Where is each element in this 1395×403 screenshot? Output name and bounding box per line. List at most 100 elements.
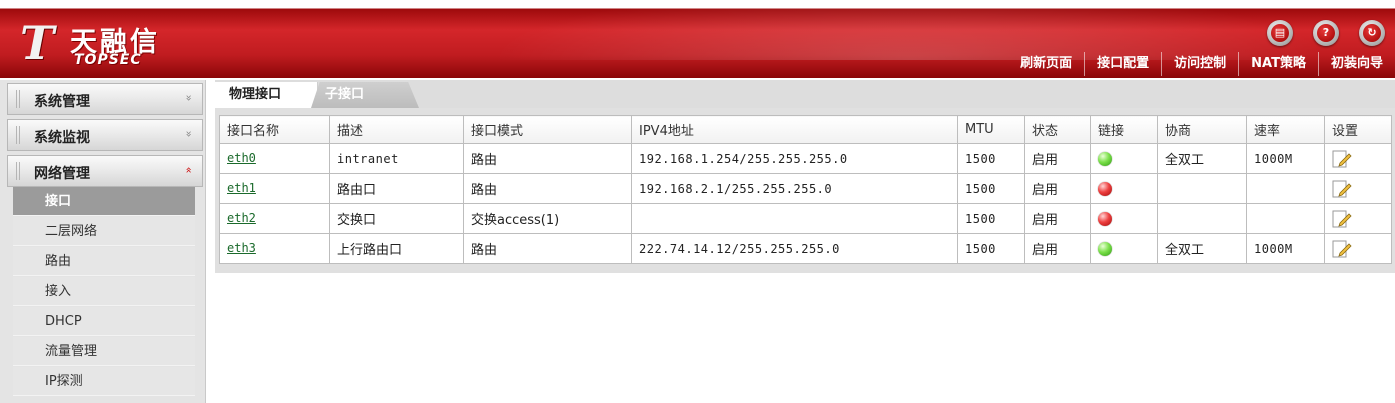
cell-description: intranet [329, 143, 464, 174]
cell-mode: 路由 [463, 233, 632, 264]
chevron-up-icon: « [182, 166, 196, 174]
grip-icon [16, 162, 22, 180]
sidebar-group-label: 系统监视 [34, 130, 90, 146]
sidebar-item-ip-probe[interactable]: IP探测 [13, 367, 195, 396]
cell-mode: 路由 [463, 173, 632, 204]
cell-link [1090, 143, 1158, 174]
column-header: MTU [957, 115, 1025, 144]
nav-setup-wizard[interactable]: 初装向导 [1317, 52, 1395, 76]
column-header: 状态 [1024, 115, 1091, 144]
table-header-row: 接口名称 描述 接口模式 IPV4地址 MTU 状态 链接 协商 速率 设置 [219, 115, 1392, 144]
cell-ipv4: 192.168.1.254/255.255.255.0 [631, 143, 958, 174]
cell-description: 上行路由口 [329, 233, 464, 264]
cell-settings [1324, 203, 1392, 234]
cell-description: 路由口 [329, 173, 464, 204]
column-header: 速率 [1246, 115, 1325, 144]
cell-description: 交换口 [329, 203, 464, 234]
sidebar-item-routing[interactable]: 路由 [13, 247, 195, 276]
cell-ipv4: 192.168.2.1/255.255.255.0 [631, 173, 958, 204]
sidebar-item-layer2-network[interactable]: 二层网络 [13, 217, 195, 246]
brand-mark: T [20, 16, 55, 70]
cell-link [1090, 173, 1158, 204]
cell-mtu: 1500 [957, 203, 1025, 234]
link-down-icon [1098, 211, 1112, 226]
cell-ipv4 [631, 203, 958, 234]
cell-status: 启用 [1024, 233, 1091, 264]
sidebar-item-traffic-management[interactable]: 流量管理 [13, 337, 195, 366]
nav-nat-policy[interactable]: NAT策略 [1238, 52, 1318, 76]
cell-negotiation [1157, 173, 1247, 204]
sidebar-group-system-management[interactable]: 系统管理 » [7, 83, 203, 115]
sidebar-group-label: 系统管理 [34, 94, 90, 110]
interface-table-panel: 接口名称 描述 接口模式 IPV4地址 MTU 状态 链接 协商 速率 设置 e… [215, 108, 1395, 273]
interface-link[interactable]: eth1 [227, 181, 256, 195]
edit-icon[interactable] [1332, 150, 1352, 168]
interface-table: 接口名称 描述 接口模式 IPV4地址 MTU 状态 链接 协商 速率 设置 e… [219, 115, 1392, 264]
cell-status: 启用 [1024, 173, 1091, 204]
column-header: 协商 [1157, 115, 1247, 144]
cell-mode: 交换access(1) [463, 203, 632, 234]
sidebar: 系统管理 » 系统监视 » 网络管理 « 接口 二层网络 路由 接入 DHCP … [0, 80, 206, 403]
cell-settings [1324, 143, 1392, 174]
column-header: 接口名称 [219, 115, 330, 144]
top-nav: 刷新页面 接口配置 访问控制 NAT策略 初装向导 [1008, 52, 1395, 76]
table-row: eth2 交换口 交换access(1) 1500 启用 [219, 203, 1392, 234]
sidebar-item-interface[interactable]: 接口 [13, 187, 195, 216]
logout-icon[interactable]: ↻ [1359, 20, 1385, 46]
cell-mtu: 1500 [957, 173, 1025, 204]
cell-link [1090, 203, 1158, 234]
header-decoration [420, 0, 1395, 60]
brand-logo: T 天融信 TOPSEC [12, 14, 192, 72]
edit-icon[interactable] [1332, 180, 1352, 198]
table-row: eth1 路由口 路由 192.168.2.1/255.255.255.0 15… [219, 173, 1392, 204]
cell-status: 启用 [1024, 203, 1091, 234]
cell-negotiation [1157, 203, 1247, 234]
cell-settings [1324, 173, 1392, 204]
sidebar-group-system-monitor[interactable]: 系统监视 » [7, 119, 203, 151]
interface-link[interactable]: eth3 [227, 241, 256, 255]
column-header: 设置 [1324, 115, 1392, 144]
tab-physical-interface[interactable]: 物理接口 [215, 82, 318, 108]
nav-access-control[interactable]: 访问控制 [1161, 52, 1238, 76]
tab-sub-interface[interactable]: 子接口 [311, 82, 419, 108]
app-header: T 天融信 TOPSEC ▤ ? ↻ 刷新页面 接口配置 访问控制 NAT策略 … [0, 0, 1395, 78]
cell-status: 启用 [1024, 143, 1091, 174]
help-icon[interactable]: ? [1313, 20, 1339, 46]
link-up-icon [1098, 241, 1112, 256]
column-header: 接口模式 [463, 115, 632, 144]
cell-negotiation: 全双工 [1157, 143, 1247, 174]
cell-speed [1246, 173, 1325, 204]
cell-settings [1324, 233, 1392, 264]
link-down-icon [1098, 181, 1112, 196]
column-header: 链接 [1090, 115, 1158, 144]
cell-ipv4: 222.74.14.12/255.255.255.0 [631, 233, 958, 264]
save-icon[interactable]: ▤ [1267, 20, 1293, 46]
table-row: eth3 上行路由口 路由 222.74.14.12/255.255.255.0… [219, 233, 1392, 264]
cell-speed [1246, 203, 1325, 234]
cell-speed: 1000M [1246, 143, 1325, 174]
cell-mtu: 1500 [957, 143, 1025, 174]
sidebar-item-dhcp[interactable]: DHCP [13, 307, 195, 336]
sidebar-item-access[interactable]: 接入 [13, 277, 195, 306]
chevron-down-icon: » [182, 130, 196, 138]
interface-link[interactable]: eth0 [227, 151, 256, 165]
tab-bar: 物理接口 子接口 [215, 80, 1395, 108]
sidebar-group-label: 网络管理 [34, 166, 90, 182]
edit-icon[interactable] [1332, 210, 1352, 228]
nav-interface-config[interactable]: 接口配置 [1084, 52, 1161, 76]
sidebar-group-network-management[interactable]: 网络管理 « [7, 155, 203, 187]
cell-link [1090, 233, 1158, 264]
grip-icon [16, 126, 22, 144]
cell-negotiation: 全双工 [1157, 233, 1247, 264]
brand-name-en: TOPSEC [74, 52, 142, 68]
chevron-down-icon: » [182, 94, 196, 102]
interface-link[interactable]: eth2 [227, 211, 256, 225]
cell-mode: 路由 [463, 143, 632, 174]
column-header: 描述 [329, 115, 464, 144]
grip-icon [16, 90, 22, 108]
nav-refresh-page[interactable]: 刷新页面 [1008, 52, 1084, 76]
link-up-icon [1098, 151, 1112, 166]
cell-speed: 1000M [1246, 233, 1325, 264]
column-header: IPV4地址 [631, 115, 958, 144]
edit-icon[interactable] [1332, 240, 1352, 258]
